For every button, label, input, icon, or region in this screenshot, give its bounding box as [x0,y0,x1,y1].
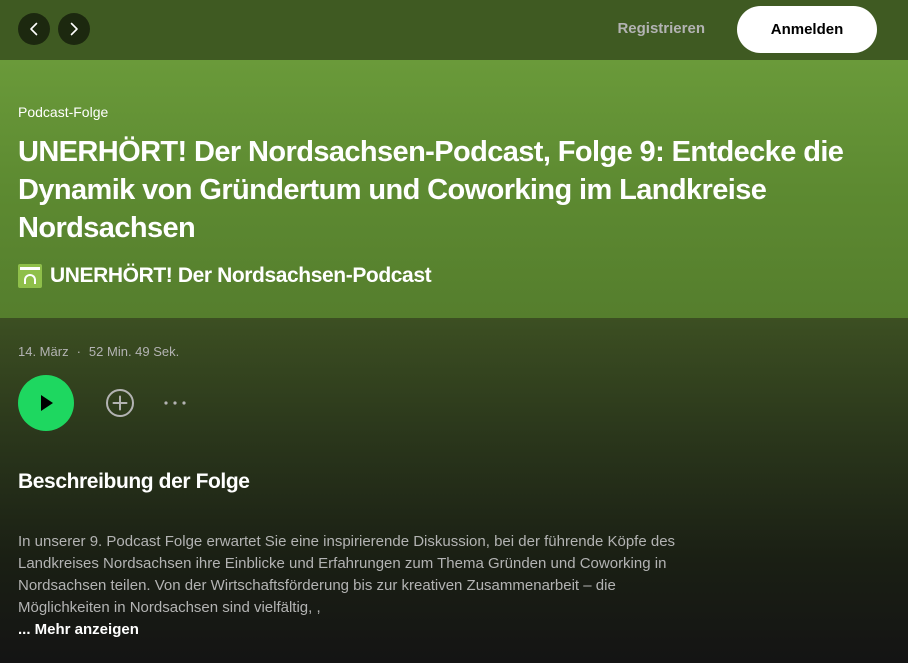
play-button[interactable] [18,375,74,431]
chevron-left-icon [30,22,38,36]
episode-title: UNERHÖRT! Der Nordsachsen-Podcast, Folge… [18,136,844,244]
episode-header: Podcast-Folge UNERHÖRT! Der Nordsachsen-… [0,60,908,318]
release-date: 14. März [18,344,69,359]
login-button[interactable]: Anmelden [737,6,877,53]
register-link[interactable]: Registrieren [617,20,705,37]
meta-separator: · [76,344,81,359]
show-name[interactable]: UNERHÖRT! Der Nordsachsen-Podcast [50,264,432,288]
show-link[interactable]: UNERHÖRT! Der Nordsachsen-Podcast [18,264,432,288]
play-icon [41,395,53,411]
episode-meta: 14. März · 52 Min. 49 Sek. [18,344,179,359]
episode-content: 14. März · 52 Min. 49 Sek. Beschreibung … [0,318,908,663]
description-heading: Beschreibung der Folge [18,470,250,493]
episode-type-label: Podcast-Folge [18,104,109,120]
show-cover-image [18,264,42,288]
top-bar: Registrieren Anmelden [0,0,908,60]
episode-duration: 52 Min. 49 Sek. [88,344,180,359]
forward-button[interactable] [58,13,90,45]
back-button[interactable] [18,13,50,45]
show-more-link[interactable]: ... Mehr anzeigen [18,621,139,638]
add-circle-icon[interactable] [105,388,135,418]
more-horizontal-icon[interactable] [160,392,190,414]
chevron-right-icon [70,22,78,36]
episode-page: Registrieren Anmelden Podcast-Folge UNER… [0,0,908,663]
episode-description: In unserer 9. Podcast Folge erwartet Sie… [18,533,676,616]
